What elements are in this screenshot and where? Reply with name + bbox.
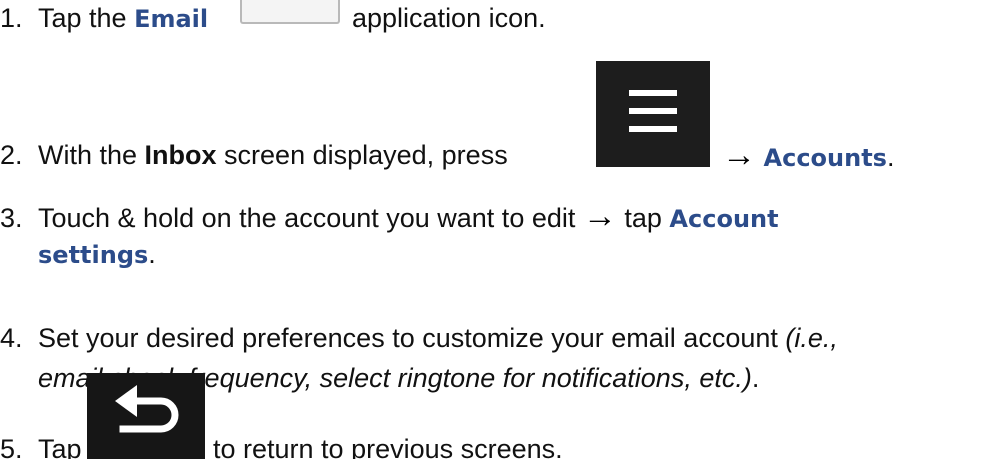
step-text: . [751, 363, 760, 393]
accounts-label: Accounts [763, 144, 887, 172]
step-text: screen displayed, press [216, 140, 508, 170]
step-3-continued: settings. [38, 236, 156, 273]
step-3: 3. Touch & hold on the account you want t… [0, 198, 779, 237]
step-text: Tap the [38, 3, 135, 33]
menu-bar [629, 108, 677, 114]
right-arrow-icon: → [722, 136, 756, 174]
menu-bar [629, 90, 677, 96]
email-app-label: Email [134, 5, 209, 33]
step-text: With the [38, 140, 145, 170]
account-settings-label: settings [38, 241, 149, 269]
example-text: (i.e., [785, 323, 838, 353]
step-number: 2. [0, 140, 23, 170]
step-1: 1. Tap the Email application icon. [0, 0, 546, 37]
step-text: Set your desired preferences to customiz… [38, 323, 786, 353]
inbox-label: Inbox [144, 140, 217, 170]
step-number: 5. [0, 434, 23, 459]
step-2: 2. With the Inbox screen displayed, press… [0, 137, 894, 173]
step-2-tail: → Accounts. [722, 137, 894, 176]
step-text: tap [616, 203, 670, 233]
step-text: Touch & hold on the account you want to … [38, 203, 583, 233]
step-text: application icon. [352, 3, 546, 33]
email-icon [240, 0, 340, 24]
back-arrow-icon [115, 385, 179, 433]
step-5: 5. Tap to return to previous screens. [0, 434, 563, 459]
step-text: Tap [38, 434, 82, 459]
menu-bar [629, 126, 677, 132]
step-4: 4. Set your desired preferences to custom… [0, 320, 838, 356]
step-number: 1. [0, 3, 23, 33]
step-number: 4. [0, 323, 23, 353]
right-arrow-icon: → [582, 197, 617, 235]
step-text: . [148, 239, 156, 269]
step-text: to return to previous screens. [213, 434, 563, 459]
account-settings-label: Account [669, 205, 779, 233]
menu-key-icon [596, 61, 710, 167]
step-number: 3. [0, 203, 23, 233]
envelope-icon [242, 0, 338, 22]
back-key-icon [87, 373, 205, 459]
step-text: . [886, 142, 895, 172]
